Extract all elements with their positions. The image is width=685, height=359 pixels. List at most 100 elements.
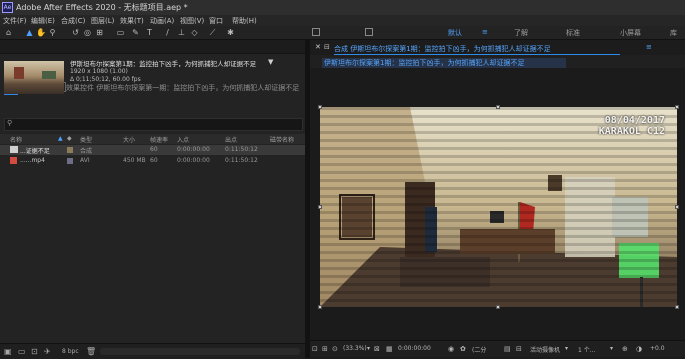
align-checkbox[interactable] bbox=[365, 28, 373, 36]
composition-footer: ⊡ ⊞ ⊙ (33.3%) ▾ ⊠ ▦ 0:00:00:00 ◉ ✿ (二分 ▤… bbox=[310, 340, 685, 357]
region-icon[interactable]: ⊟ bbox=[516, 345, 522, 353]
views-dropdown[interactable]: 1 个... bbox=[578, 345, 595, 354]
toggle-grid-icon[interactable]: ⊙ bbox=[332, 345, 338, 353]
tab-effect-controls[interactable]: 效果控件 伊斯坦布尔探案第一期：监控拍下凶手，为何抓捕犯人却证据不足 bbox=[66, 83, 301, 93]
menu-window[interactable]: 窗口 bbox=[209, 16, 223, 26]
transform-handle[interactable] bbox=[675, 205, 679, 209]
transform-handle[interactable] bbox=[675, 305, 679, 309]
column-tape-name[interactable]: 磁带名称 bbox=[270, 135, 294, 144]
label-color-swatch[interactable] bbox=[67, 147, 73, 153]
transform-handle[interactable] bbox=[318, 105, 322, 109]
overlay-date: 08/04/2017 bbox=[604, 115, 665, 126]
workspace-menu-icon[interactable]: ≡ bbox=[482, 28, 488, 36]
column-type[interactable]: 类型 bbox=[80, 135, 92, 144]
clone-stamp-tool-icon[interactable]: ⊥ bbox=[177, 28, 186, 37]
interpret-footage-icon[interactable]: ▣ bbox=[4, 347, 12, 356]
menu-view[interactable]: 视图(V) bbox=[180, 16, 204, 26]
workspace-default[interactable]: 默认 bbox=[448, 28, 462, 38]
brush-tool-icon[interactable]: / bbox=[163, 28, 172, 37]
hand-tool-icon[interactable]: ✋ bbox=[36, 28, 46, 37]
selected-item-dimensions: 1920 x 1080 (1.00) bbox=[70, 68, 128, 75]
delete-icon[interactable]: 🗑 bbox=[86, 347, 96, 356]
menu-layer[interactable]: 图层(L) bbox=[91, 16, 114, 26]
project-horizontal-scrollbar[interactable] bbox=[100, 348, 300, 355]
sort-icon[interactable]: ▲ bbox=[58, 135, 63, 142]
camera-snapshot-icon[interactable]: ◉ bbox=[448, 345, 454, 353]
camera-dropdown-icon[interactable]: ▾ bbox=[565, 345, 568, 352]
exposure-icon[interactable]: ◑ bbox=[636, 345, 642, 353]
row-fps: 60 bbox=[150, 157, 158, 164]
project-settings-icon[interactable]: ✈ bbox=[44, 347, 51, 356]
magnify-icon[interactable]: ⊡ bbox=[312, 345, 318, 353]
show-channel-icon[interactable]: ✿ bbox=[460, 345, 466, 353]
table-row[interactable]: ......mp4 AVI 450 MB 60 0:00:00:00 0:11:… bbox=[0, 156, 305, 166]
exposure-value[interactable]: +0.0 bbox=[650, 345, 665, 352]
label-color-swatch[interactable] bbox=[67, 158, 73, 164]
row-name: ......mp4 bbox=[20, 157, 45, 164]
bit-depth-button[interactable]: 8 bpc bbox=[62, 348, 79, 355]
zoom-level-dropdown[interactable]: (33.3%) bbox=[343, 345, 367, 352]
region-of-interest-icon[interactable]: ▦ bbox=[386, 345, 393, 353]
views-dropdown-icon[interactable]: ▾ bbox=[610, 345, 613, 352]
new-composition-icon[interactable]: ⊡ bbox=[31, 347, 38, 356]
menu-effect[interactable]: 效果(T) bbox=[120, 16, 144, 26]
transform-handle[interactable] bbox=[318, 305, 322, 309]
resolution-dropdown[interactable]: (二分 bbox=[472, 345, 486, 354]
fit-icon[interactable]: ⊠ bbox=[374, 345, 380, 353]
pen-tool-icon[interactable]: ✎ bbox=[131, 28, 140, 37]
column-name[interactable]: 名称 bbox=[10, 135, 22, 144]
cctv-footage-frame bbox=[320, 107, 677, 307]
zoom-dropdown-icon[interactable]: ▾ bbox=[367, 345, 370, 352]
active-camera-dropdown[interactable]: 活动摄像机 bbox=[530, 345, 560, 354]
reset-exposure-icon[interactable]: ⊕ bbox=[622, 345, 628, 353]
window-title: Adobe After Effects 2020 - 无标题项目.aep * bbox=[16, 3, 188, 12]
selected-item-name: 伊斯坦布尔探案第1期：监控拍下凶手，为何抓捕犯人却证据不足 bbox=[70, 60, 257, 68]
composition-viewer[interactable]: 08/04/2017 KARAKOL C12 bbox=[320, 107, 677, 307]
table-row[interactable]: ...证据不足 合成 60 0:00:00:00 0:11:50:12 bbox=[0, 145, 305, 155]
column-out-point[interactable]: 出点 bbox=[225, 135, 237, 144]
selection-tool-icon[interactable]: ▲ bbox=[25, 28, 34, 37]
transform-handle[interactable] bbox=[496, 105, 500, 109]
composition-icon bbox=[10, 146, 18, 153]
timecode[interactable]: 0:00:00:00 bbox=[398, 345, 431, 352]
transform-handle[interactable] bbox=[675, 105, 679, 109]
type-tool-icon[interactable]: T bbox=[145, 28, 154, 37]
home-icon[interactable]: ⌂ bbox=[4, 28, 13, 37]
menu-file[interactable]: 文件(F) bbox=[3, 16, 27, 26]
composition-menu-icon[interactable]: ≡ bbox=[646, 43, 652, 51]
composition-flowchart-bar: 伊斯坦布尔探案第1期：监控拍下凶手，为何抓捕犯人却证据不足 bbox=[310, 55, 685, 68]
selected-item-thumbnail bbox=[4, 61, 64, 94]
new-folder-icon[interactable]: ▭ bbox=[18, 347, 26, 356]
label-column-icon[interactable]: ◆ bbox=[67, 135, 72, 142]
transparency-grid-icon[interactable]: ▤ bbox=[504, 345, 511, 353]
lock-icon[interactable]: ⊟ bbox=[324, 43, 330, 51]
column-fps[interactable]: 帧速率 bbox=[150, 135, 168, 144]
roto-brush-tool-icon[interactable]: ⟋ bbox=[208, 28, 217, 37]
puppet-tool-icon[interactable]: ✱ bbox=[226, 28, 235, 37]
close-tab-icon[interactable]: ✕ bbox=[315, 43, 321, 51]
pan-behind-tool-icon[interactable]: ⊞ bbox=[95, 28, 104, 37]
composition-breadcrumb[interactable]: 伊斯坦布尔探案第1期：监控拍下凶手，为何抓捕犯人却证据不足 bbox=[322, 58, 566, 68]
workspace-learn[interactable]: 了解 bbox=[514, 28, 528, 38]
project-search-input[interactable]: ⚲ bbox=[4, 118, 303, 131]
menu-composition[interactable]: 合成(C) bbox=[61, 16, 85, 26]
workspace-small-screen[interactable]: 小屏幕 bbox=[620, 28, 641, 38]
snapping-checkbox[interactable] bbox=[312, 28, 320, 36]
menu-help[interactable]: 帮助(H) bbox=[232, 16, 257, 26]
column-in-point[interactable]: 入点 bbox=[177, 135, 189, 144]
menu-bar: 文件(F) 编辑(E) 合成(C) 图层(L) 效果(T) 动画(A) 视图(V… bbox=[0, 15, 685, 26]
item-dropdown-icon[interactable]: ▼ bbox=[268, 58, 273, 66]
column-size[interactable]: 大小 bbox=[123, 135, 135, 144]
menu-animation[interactable]: 动画(A) bbox=[150, 16, 174, 26]
eraser-tool-icon[interactable]: ◇ bbox=[190, 28, 199, 37]
rotate-tool-icon[interactable]: ↺ bbox=[71, 28, 80, 37]
menu-edit[interactable]: 编辑(E) bbox=[31, 16, 55, 26]
workspace-library[interactable]: 库 bbox=[670, 28, 677, 38]
transform-handle[interactable] bbox=[496, 305, 500, 309]
camera-tool-icon[interactable]: ◎ bbox=[83, 28, 92, 37]
rectangle-tool-icon[interactable]: ▭ bbox=[116, 28, 125, 37]
snapshot-icon[interactable]: ⊞ bbox=[322, 345, 328, 353]
zoom-tool-icon[interactable]: ⚲ bbox=[48, 28, 57, 37]
workspace-standard[interactable]: 标准 bbox=[566, 28, 580, 38]
transform-handle[interactable] bbox=[318, 205, 322, 209]
